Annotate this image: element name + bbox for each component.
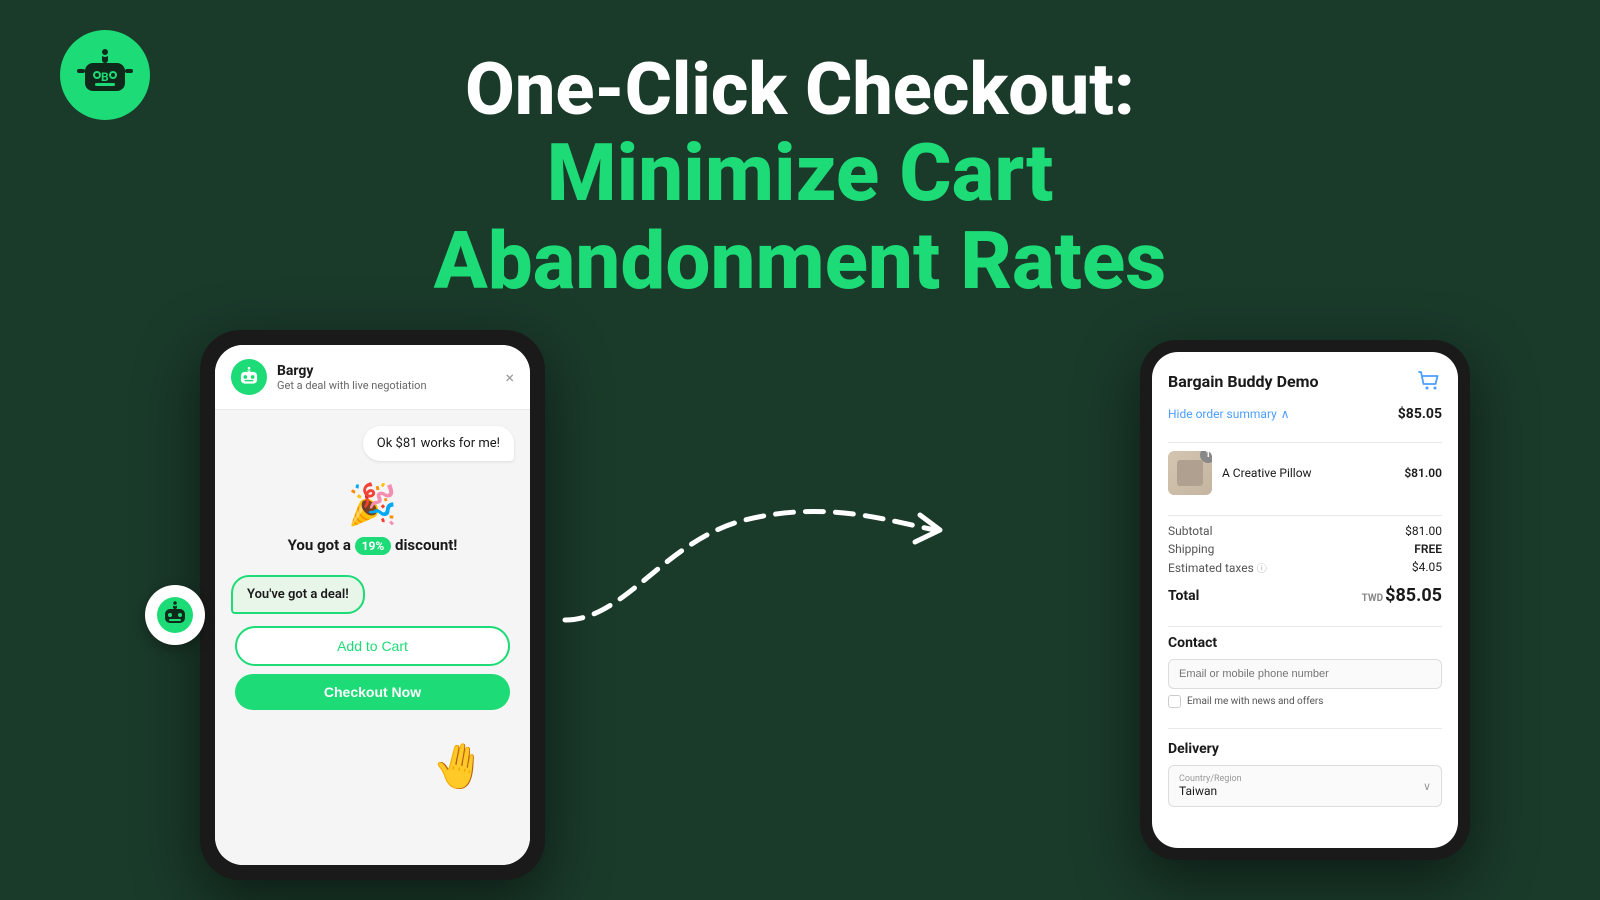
checkout-now-button[interactable]: Checkout Now [235,674,510,710]
checkout-header: Bargain Buddy Demo [1168,368,1442,394]
confetti-icon: 🎉 [348,481,398,528]
title-line2: Minimize Cart [0,129,1600,217]
contact-input[interactable] [1168,659,1442,689]
taxes-info-icon: ⓘ [1257,564,1267,575]
newsletter-row: Email me with news and offers [1168,695,1442,708]
subtotal-label: Subtotal [1168,524,1213,538]
country-label: Country/Region [1179,774,1242,784]
total-row: Total TWD$85.05 [1168,585,1442,606]
product-price: $81.00 [1404,466,1442,480]
taxes-row: Estimated taxes ⓘ $4.05 [1168,560,1442,575]
divider-3 [1168,626,1442,627]
title-line3: Abandonment Rates [0,217,1600,305]
main-title: One-Click Checkout: Minimize Cart Abando… [0,30,1600,305]
total-label: Total [1168,588,1199,604]
divider-4 [1168,728,1442,729]
deal-bubble: You've got a deal! [231,575,365,614]
hide-summary-label: Hide order summary [1168,407,1277,421]
country-value: Taiwan [1179,784,1242,798]
discount-badge: 19% [355,537,392,555]
shipping-value: FREE [1414,542,1442,556]
arrow-decoration [545,460,965,680]
phone-screen-right: Bargain Buddy Demo Hide order summary ∧ … [1152,352,1458,848]
hide-order-summary[interactable]: Hide order summary ∧ [1168,407,1290,421]
subtotal-value: $81.00 [1405,524,1442,538]
phone-mockup-right: Bargain Buddy Demo Hide order summary ∧ … [1140,340,1470,860]
product-image: 1 [1168,451,1212,495]
newsletter-label: Email me with news and offers [1187,696,1323,707]
total-value: TWD$85.05 [1362,585,1442,606]
total-currency: TWD [1362,593,1384,604]
divider-2 [1168,515,1442,516]
hand-cursor-icon: 🤚 [428,736,491,797]
country-select[interactable]: Country/Region Taiwan ∨ [1168,765,1442,807]
divider [1168,442,1442,443]
bargy-bot-icon [231,359,267,395]
newsletter-checkbox[interactable] [1168,695,1181,708]
taxes-label: Estimated taxes ⓘ [1168,560,1267,575]
contact-section-title: Contact [1168,635,1442,651]
add-to-cart-button[interactable]: Add to Cart [235,626,510,666]
cart-icon [1416,368,1442,394]
chevron-down-icon: ∨ [1423,780,1431,793]
discount-text: You got a 19% discount! [288,536,458,555]
product-row: 1 A Creative Pillow $81.00 [1168,451,1442,495]
store-name: Bargain Buddy Demo [1168,372,1319,391]
chat-body: Ok $81 works for me! 🎉 You got a 19% dis… [215,410,530,865]
taxes-value: $4.05 [1412,560,1442,575]
chat-header-text: Bargy Get a deal with live negotiation [277,363,495,392]
ok-bubble: Ok $81 works for me! [363,426,514,461]
chat-buttons: Add to Cart Checkout Now [231,626,514,710]
floating-bot-avatar [145,585,205,645]
delivery-section-title: Delivery [1168,741,1442,757]
chat-header: Bargy Get a deal with live negotiation × [215,345,530,410]
chat-subtitle: Get a deal with live negotiation [277,379,495,392]
chat-title: Bargy [277,363,495,379]
discount-post: discount! [395,536,457,554]
subtotal-row: Subtotal $81.00 [1168,524,1442,538]
product-name: A Creative Pillow [1222,466,1394,480]
order-summary-toggle[interactable]: Hide order summary ∧ $85.05 [1168,406,1442,422]
title-line1: One-Click Checkout: [0,50,1600,129]
close-icon[interactable]: × [505,368,514,387]
delivery-section: Delivery Country/Region Taiwan ∨ [1168,741,1442,807]
order-total-header: $85.05 [1398,406,1442,422]
chevron-up-icon: ∧ [1281,407,1290,421]
shipping-row: Shipping FREE [1168,542,1442,556]
shipping-label: Shipping [1168,542,1214,556]
phone-mockup-left: Bargy Get a deal with live negotiation ×… [200,330,545,880]
discount-pre: You got a [288,536,351,554]
discount-section: 🎉 You got a 19% discount! [231,473,514,563]
